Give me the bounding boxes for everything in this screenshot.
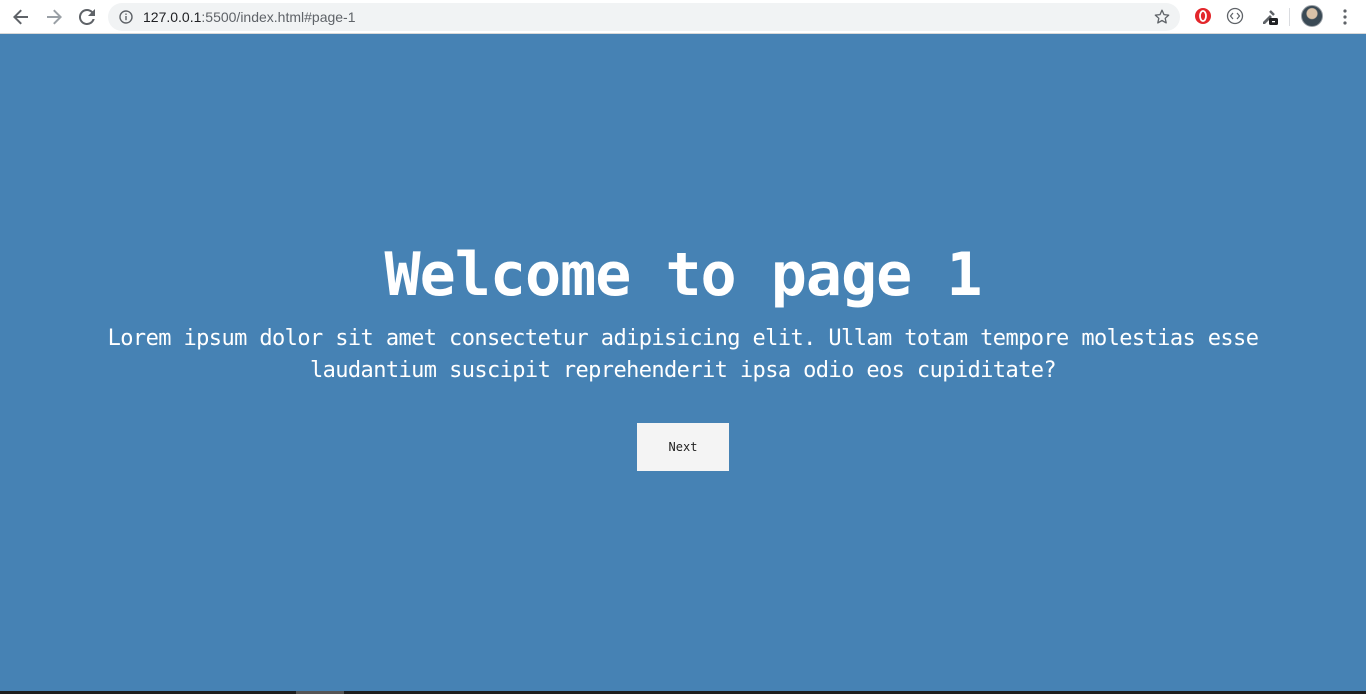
lead-paragraph: Lorem ipsum dolor sit amet consectetur a… — [107, 326, 1259, 383]
hero: Welcome to page 1 Lorem ipsum dolor sit … — [0, 235, 1366, 471]
back-icon — [13, 9, 28, 24]
url-host: 127.0.0.1 — [143, 9, 202, 25]
code-extension-icon[interactable] — [1226, 7, 1244, 25]
browser-toolbar: 127.0.0.1:5500/index.html#page-1 — [0, 0, 1366, 34]
url-path: :5500/index.html#page-1 — [201, 9, 356, 25]
star-icon[interactable] — [1154, 9, 1170, 25]
avatar[interactable] — [1301, 5, 1323, 27]
next-button[interactable]: Next — [637, 423, 729, 471]
reload-icon — [79, 8, 95, 25]
page-title: Welcome to page 1 — [384, 240, 982, 310]
address-bar[interactable]: 127.0.0.1:5500/index.html#page-1 — [108, 3, 1180, 31]
page-viewport: Welcome to page 1 Lorem ipsum dolor sit … — [0, 35, 1366, 691]
eyedropper-extension-icon[interactable] — [1260, 7, 1278, 25]
toolbar-separator — [1289, 8, 1290, 26]
forward-button[interactable] — [39, 2, 69, 32]
back-button[interactable] — [6, 2, 36, 32]
opera-extension-icon[interactable] — [1194, 7, 1212, 25]
url-text[interactable]: 127.0.0.1:5500/index.html#page-1 — [143, 9, 356, 25]
reload-button[interactable] — [72, 2, 102, 32]
info-icon[interactable] — [119, 10, 133, 24]
menu-icon[interactable] — [1337, 8, 1353, 26]
forward-icon — [47, 9, 62, 24]
